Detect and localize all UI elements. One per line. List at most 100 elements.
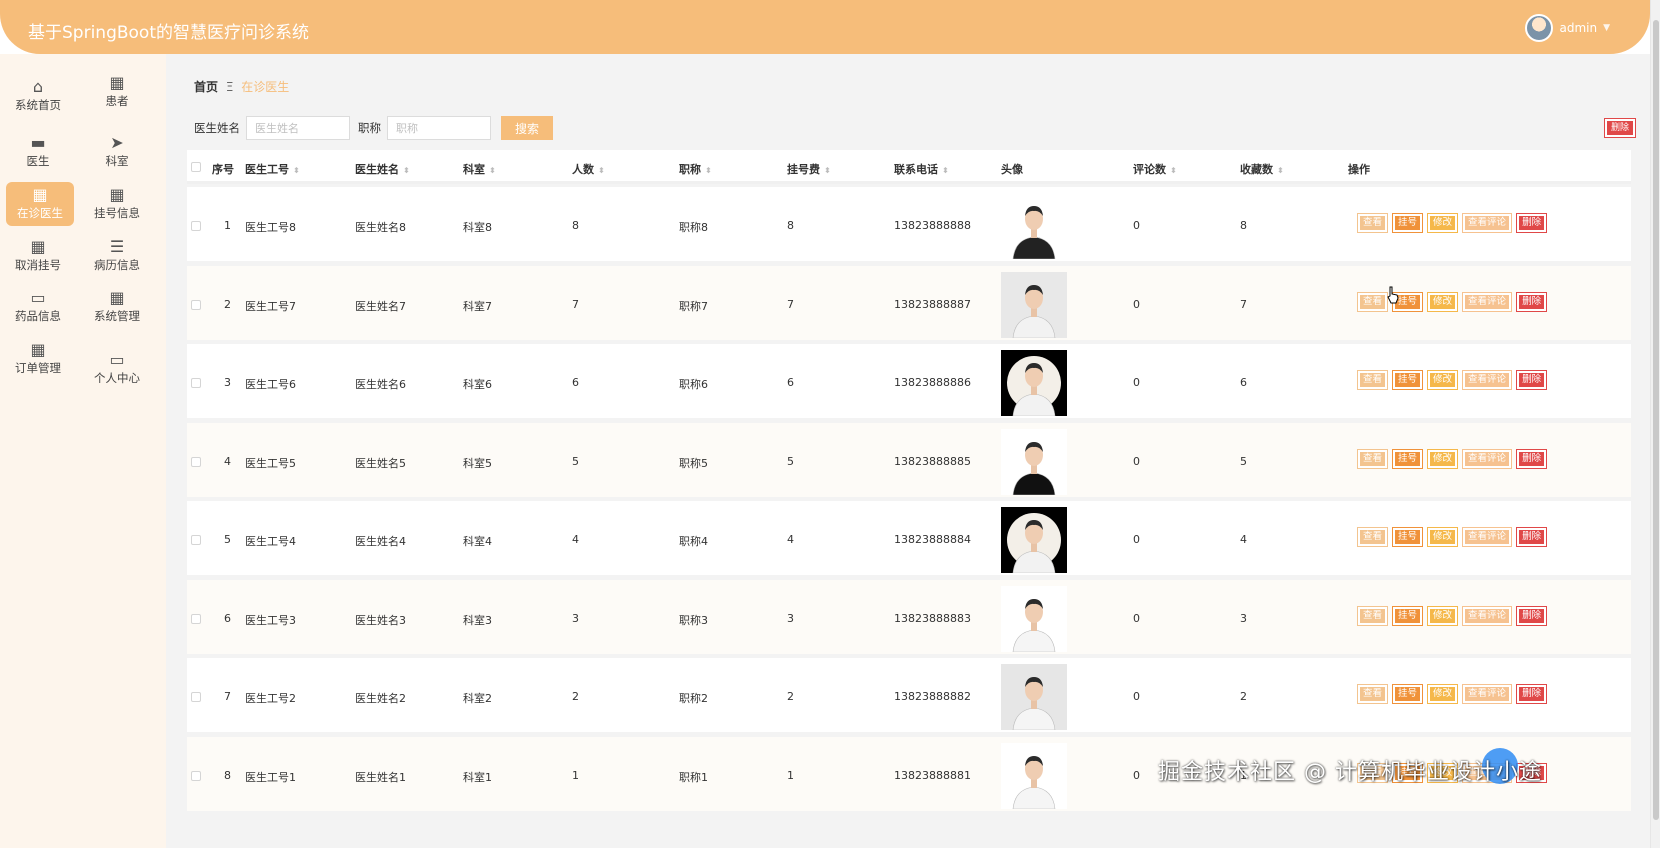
col-count[interactable]: 人数 ⬍ xyxy=(572,161,605,177)
col-comments[interactable]: 评论数 ⬍ xyxy=(1133,161,1177,177)
row-checkbox[interactable] xyxy=(191,535,201,545)
row-checkbox[interactable] xyxy=(191,299,201,310)
sidebar-item-doctors[interactable]: ▬ 医生 xyxy=(4,130,72,174)
delete-button[interactable]: 删除 xyxy=(1516,527,1548,547)
doctor-avatar xyxy=(1001,664,1067,730)
delete-button[interactable]: 删除 xyxy=(1516,213,1548,233)
view-button[interactable]: 查看 xyxy=(1357,605,1389,626)
page-scrollbar[interactable] xyxy=(1650,0,1660,848)
row-checkbox[interactable] xyxy=(191,770,201,781)
col-title[interactable]: 职称 ⬍ xyxy=(679,161,712,177)
sidebar-item-patients[interactable]: ▦ 患者 xyxy=(83,70,151,114)
edit-button[interactable]: 修改 xyxy=(1427,605,1459,626)
view-reviews-button[interactable]: 查看评论 xyxy=(1462,448,1513,469)
table-row[interactable]: 6 医生工号3 医生姓名3 科室3 3 职称3 3 13823888883 0 3 查看 挂号 修改 查看… xyxy=(187,579,1631,654)
row-checkbox[interactable] xyxy=(191,456,201,467)
sidebar-item-label: 科室 xyxy=(105,154,129,168)
sidebar-item-medical-records[interactable]: ☰ 病历信息 xyxy=(83,234,151,278)
view-reviews-button-label: 查看评论 xyxy=(1465,608,1510,623)
edit-button[interactable]: 修改 xyxy=(1427,684,1459,704)
row-checkbox[interactable] xyxy=(191,613,201,624)
register-button[interactable]: 挂号 xyxy=(1392,213,1424,233)
edit-button[interactable]: 修改 xyxy=(1427,370,1459,390)
view-button[interactable]: 查看 xyxy=(1357,448,1389,469)
view-reviews-button[interactable]: 查看评论 xyxy=(1462,527,1513,547)
view-reviews-button[interactable]: 查看评论 xyxy=(1462,213,1513,233)
cell-comments: 0 xyxy=(1133,533,1140,546)
col-doctor-name[interactable]: 医生姓名 ⬍ xyxy=(355,161,410,177)
view-button[interactable]: 查看 xyxy=(1357,527,1389,547)
sidebar-item-medicines[interactable]: ▭ 药品信息 xyxy=(4,285,72,329)
delete-button-label: 删除 xyxy=(1519,687,1545,701)
view-button[interactable]: 查看 xyxy=(1357,684,1389,704)
view-reviews-button[interactable]: 查看评论 xyxy=(1462,291,1513,312)
doctor-name-input[interactable] xyxy=(246,116,350,140)
sidebar-item-home[interactable]: ⌂ 系统首页 xyxy=(4,74,72,118)
grid-icon: ▦ xyxy=(30,237,46,256)
view-reviews-button[interactable]: 查看评论 xyxy=(1462,684,1513,704)
edit-button[interactable]: 修改 xyxy=(1427,291,1459,312)
col-phone[interactable]: 联系电话 ⬍ xyxy=(894,161,949,177)
register-button[interactable]: 挂号 xyxy=(1392,527,1424,547)
cell-favorites: 4 xyxy=(1240,533,1247,546)
col-doctor-no[interactable]: 医生工号 ⬍ xyxy=(245,161,300,177)
batch-delete-button[interactable]: 删除 xyxy=(1604,118,1636,138)
cell-comments: 0 xyxy=(1133,376,1140,389)
col-department[interactable]: 科室 ⬍ xyxy=(463,161,496,177)
register-button[interactable]: 挂号 xyxy=(1392,370,1424,390)
sidebar-item-active-doctors[interactable]: ▦ 在诊医生 xyxy=(6,182,74,226)
doctor-avatar xyxy=(1001,350,1067,416)
user-avatar[interactable] xyxy=(1525,14,1554,42)
table-row[interactable]: 3 医生工号6 医生姓名6 科室6 6 职称6 6 13823888886 0 6 查看 挂号 修改 查看… xyxy=(187,344,1631,418)
search-button[interactable]: 搜索 xyxy=(501,116,553,140)
select-all-checkbox[interactable] xyxy=(191,162,201,172)
view-button[interactable]: 查看 xyxy=(1357,213,1389,233)
table-row[interactable]: 4 医生工号5 医生姓名5 科室5 5 职称5 5 13823888885 0 5 查看 挂号 修改 查看… xyxy=(187,422,1631,497)
username[interactable]: admin xyxy=(1559,21,1597,35)
edit-button[interactable]: 修改 xyxy=(1427,448,1459,469)
view-button[interactable]: 查看 xyxy=(1357,370,1389,390)
register-button[interactable]: 挂号 xyxy=(1392,605,1424,626)
chevron-down-icon[interactable]: ▼ xyxy=(1603,23,1610,33)
table-row[interactable]: 7 医生工号2 医生姓名2 科室2 2 职称2 2 13823888882 0 2 查看 挂号 修改 查看… xyxy=(187,658,1631,732)
delete-button[interactable]: 删除 xyxy=(1516,684,1548,704)
col-favorites[interactable]: 收藏数 ⬍ xyxy=(1240,161,1284,177)
mouse-cursor-icon xyxy=(1387,286,1399,304)
register-button[interactable]: 挂号 xyxy=(1392,684,1424,704)
delete-button[interactable]: 删除 xyxy=(1516,291,1548,312)
edit-button[interactable]: 修改 xyxy=(1427,527,1459,547)
delete-button[interactable]: 删除 xyxy=(1516,370,1548,390)
edit-button[interactable]: 修改 xyxy=(1427,213,1459,233)
scrollbar-thumb[interactable] xyxy=(1653,20,1659,820)
sidebar-item-profile[interactable]: ▭ 个人中心 xyxy=(83,347,151,391)
title-input[interactable] xyxy=(387,116,491,140)
cell-doctor-name: 医生姓名2 xyxy=(355,692,406,705)
edit-button-label: 修改 xyxy=(1430,687,1456,701)
sidebar-item-orders[interactable]: ▦ 订单管理 xyxy=(4,337,72,381)
row-actions: 查看挂号修改查看评论删除 xyxy=(1357,213,1548,233)
user-menu[interactable]: admin ▼ xyxy=(1525,14,1610,42)
view-button[interactable]: 查看 xyxy=(1357,291,1389,312)
cell-index: 4 xyxy=(224,454,231,468)
row-checkbox[interactable] xyxy=(191,692,201,702)
edit-button-label: 修改 xyxy=(1430,373,1456,387)
col-fee[interactable]: 挂号费 ⬍ xyxy=(787,161,831,177)
delete-button[interactable]: 删除 xyxy=(1516,448,1548,469)
table-row[interactable]: 2 医生工号7 医生姓名7 科室7 7 职称7 7 13823888887 0 7 查看 挂号 修改 查看… xyxy=(187,265,1631,340)
view-reviews-button[interactable]: 查看评论 xyxy=(1462,605,1513,626)
batch-delete-label: 删除 xyxy=(1607,121,1633,135)
delete-button[interactable]: 删除 xyxy=(1516,605,1548,626)
register-button[interactable]: 挂号 xyxy=(1392,448,1424,469)
breadcrumb-home[interactable]: 首页 xyxy=(194,80,218,94)
table-row[interactable]: 1 医生工号8 医生姓名8 科室8 8 职称8 8 13823888888 0 8 查看 挂号 修改 查看… xyxy=(187,187,1631,261)
cell-favorites: 6 xyxy=(1240,376,1247,389)
sidebar-item-cancel-registration[interactable]: ▦ 取消挂号 xyxy=(4,234,72,278)
sidebar-item-system[interactable]: ▦ 系统管理 xyxy=(83,285,151,329)
cell-fee: 3 xyxy=(787,611,794,625)
row-checkbox[interactable] xyxy=(191,378,201,388)
view-reviews-button[interactable]: 查看评论 xyxy=(1462,370,1513,390)
row-checkbox[interactable] xyxy=(191,221,201,231)
sidebar-item-departments[interactable]: ➤ 科室 xyxy=(83,130,151,174)
sidebar-item-registrations[interactable]: ▦ 挂号信息 xyxy=(83,182,151,226)
table-row[interactable]: 5 医生工号4 医生姓名4 科室4 4 职称4 4 13823888884 0 4 查看 挂号 修改 查看… xyxy=(187,501,1631,575)
